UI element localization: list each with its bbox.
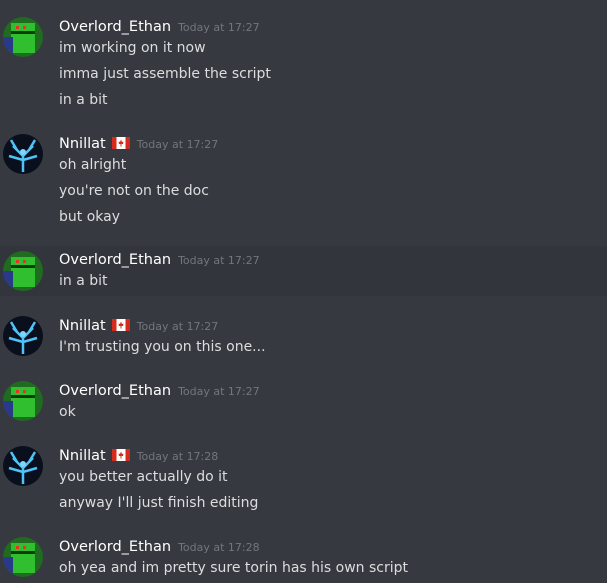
- message-group: Overlord_Ethan Today at 17:27 im working …: [0, 0, 607, 120]
- message-text: imma just assemble the script: [59, 66, 271, 82]
- green-robot-avatar-icon[interactable]: [3, 17, 43, 57]
- timestamp: Today at 17:27: [178, 385, 260, 398]
- message-text: ok: [59, 404, 76, 420]
- message-group: Overlord_Ethan Today at 17:28 oh yea and …: [0, 522, 607, 583]
- canada-flag-icon: [111, 137, 130, 149]
- message-text: in a bit: [59, 273, 108, 289]
- green-robot-avatar-icon[interactable]: [3, 251, 43, 291]
- username[interactable]: Overlord_Ethan: [59, 383, 171, 399]
- message-text: you're not on the doc: [59, 183, 209, 199]
- canada-flag-icon: [111, 319, 130, 331]
- timestamp: Today at 17:27: [136, 138, 219, 151]
- message-text: I'm trusting you on this one...: [59, 339, 266, 355]
- username[interactable]: Nnillat: [59, 136, 106, 152]
- username[interactable]: Nnillat: [59, 318, 106, 334]
- timestamp: Today at 17:27: [136, 320, 219, 333]
- message-group: Overlord_Ethan Today at 17:27 in a bit: [0, 246, 607, 296]
- timestamp: Today at 17:28: [136, 450, 219, 463]
- message-text: anyway I'll just finish editing: [59, 495, 259, 511]
- timestamp: Today at 17:27: [178, 254, 260, 267]
- message-group: Nnillat Today at 17:27 I'm trusting you o…: [0, 296, 607, 366]
- blue-tree-avatar-icon[interactable]: [3, 316, 43, 356]
- message-text: oh alright: [59, 157, 127, 173]
- message-group: Nnillat Today at 17:27 oh alright you're …: [0, 120, 607, 246]
- username[interactable]: Overlord_Ethan: [59, 252, 171, 268]
- green-robot-avatar-icon[interactable]: [3, 537, 43, 577]
- canada-flag-icon: [111, 449, 130, 461]
- message-text: im working on it now: [59, 40, 206, 56]
- username[interactable]: Overlord_Ethan: [59, 539, 171, 555]
- timestamp: Today at 17:28: [178, 541, 260, 554]
- timestamp: Today at 17:27: [178, 21, 260, 34]
- username[interactable]: Nnillat: [59, 448, 106, 464]
- username[interactable]: Overlord_Ethan: [59, 19, 171, 35]
- blue-tree-avatar-icon[interactable]: [3, 134, 43, 174]
- message-text: oh yea and im pretty sure torin has his …: [59, 560, 409, 576]
- message-group: Nnillat Today at 17:28 you better actuall…: [0, 430, 607, 522]
- green-robot-avatar-icon[interactable]: [3, 381, 43, 421]
- blue-tree-avatar-icon[interactable]: [3, 446, 43, 486]
- message-text: in a bit: [59, 92, 108, 108]
- message-text: but okay: [59, 209, 120, 225]
- message-group: Overlord_Ethan Today at 17:27 ok: [0, 366, 607, 430]
- message-text: you better actually do it: [59, 469, 228, 485]
